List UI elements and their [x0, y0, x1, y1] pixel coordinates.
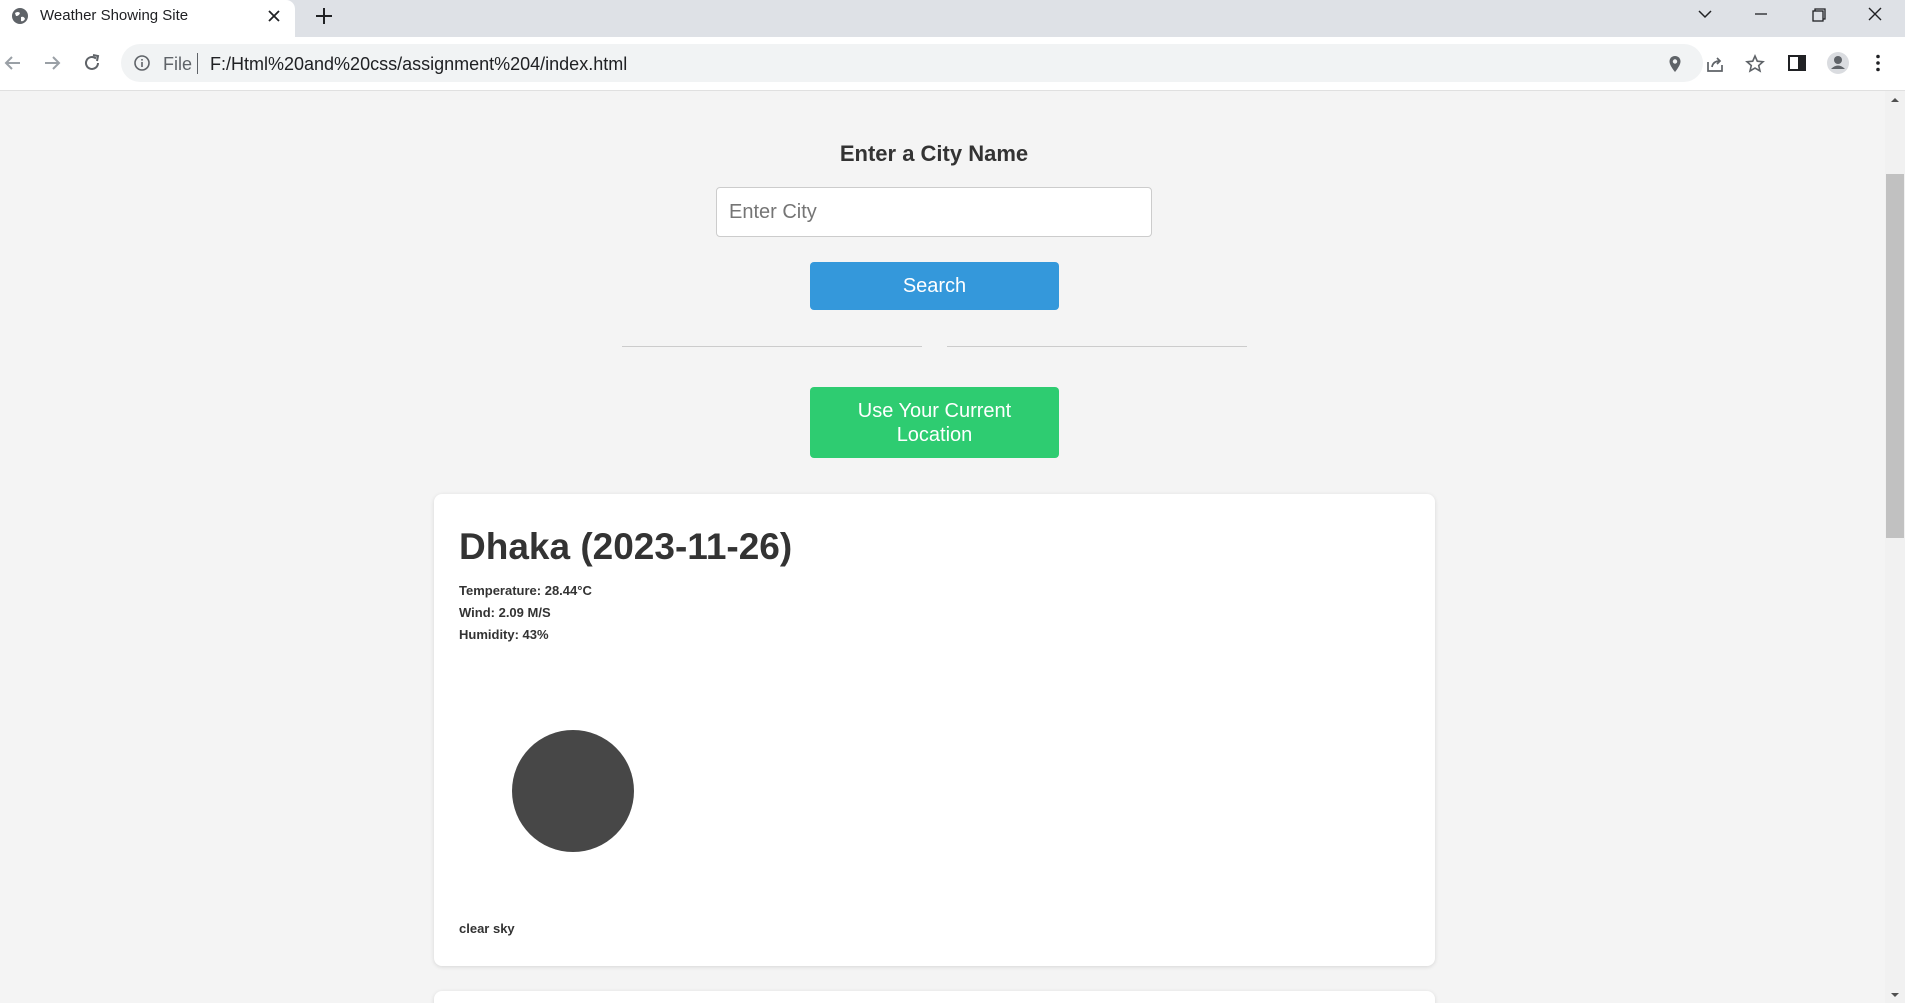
close-window-icon[interactable]: [1861, 2, 1889, 28]
tab-title: Weather Showing Site: [40, 7, 189, 24]
wind-text: Wind: 2.09 M/S: [459, 605, 551, 620]
temperature-text: Temperature: 28.44°C: [459, 583, 592, 598]
globe-icon: [12, 8, 28, 24]
restore-icon[interactable]: [1804, 2, 1832, 28]
weather-card: Dhaka (2023-11-26) Temperature: 28.44°C …: [434, 494, 1435, 966]
location-pin-icon[interactable]: [1664, 53, 1686, 75]
profile-avatar-icon[interactable]: [1825, 50, 1851, 76]
use-current-location-button[interactable]: Use Your Current Location: [810, 387, 1059, 458]
next-weather-card: [434, 991, 1435, 1003]
bookmark-star-icon[interactable]: [1744, 53, 1766, 75]
info-icon[interactable]: [133, 54, 151, 72]
weather-description: clear sky: [459, 921, 515, 936]
reload-icon[interactable]: [79, 50, 105, 76]
divider-left: [622, 346, 922, 347]
scrollbar-thumb[interactable]: [1886, 174, 1904, 538]
scroll-up-arrow-icon[interactable]: [1890, 95, 1900, 105]
browser-toolbar: File F:/Html%20and%20css/assignment%204/…: [0, 37, 1905, 91]
city-search-input[interactable]: [716, 187, 1152, 237]
menu-kebab-icon[interactable]: [1865, 50, 1891, 76]
new-tab-icon[interactable]: [312, 4, 336, 28]
browser-tab[interactable]: Weather Showing Site: [0, 0, 295, 37]
tab-search-icon[interactable]: [1691, 2, 1719, 28]
close-tab-icon[interactable]: [264, 6, 284, 26]
url-separator: [197, 53, 198, 74]
url-text[interactable]: F:/Html%20and%20css/assignment%204/index…: [210, 54, 627, 75]
share-icon[interactable]: [1704, 53, 1726, 75]
url-scheme-label: File: [163, 54, 193, 74]
minimize-icon[interactable]: [1747, 2, 1775, 28]
divider-right: [947, 346, 1247, 347]
page-viewport: Enter a City Name Search Use Your Curren…: [0, 91, 1885, 1003]
search-button[interactable]: Search: [810, 262, 1059, 310]
forward-icon[interactable]: [39, 50, 65, 76]
tab-strip: Weather Showing Site: [0, 0, 1905, 37]
city-date-title: Dhaka (2023-11-26): [459, 526, 793, 567]
back-icon[interactable]: [0, 50, 26, 76]
scroll-down-arrow-icon[interactable]: [1890, 990, 1900, 1000]
humidity-text: Humidity: 43%: [459, 627, 549, 642]
clear-sky-icon: [512, 730, 634, 852]
address-bar[interactable]: File F:/Html%20and%20css/assignment%204/…: [121, 44, 1765, 82]
side-panel-icon[interactable]: [1784, 50, 1810, 76]
page-heading: Enter a City Name: [839, 141, 1029, 166]
